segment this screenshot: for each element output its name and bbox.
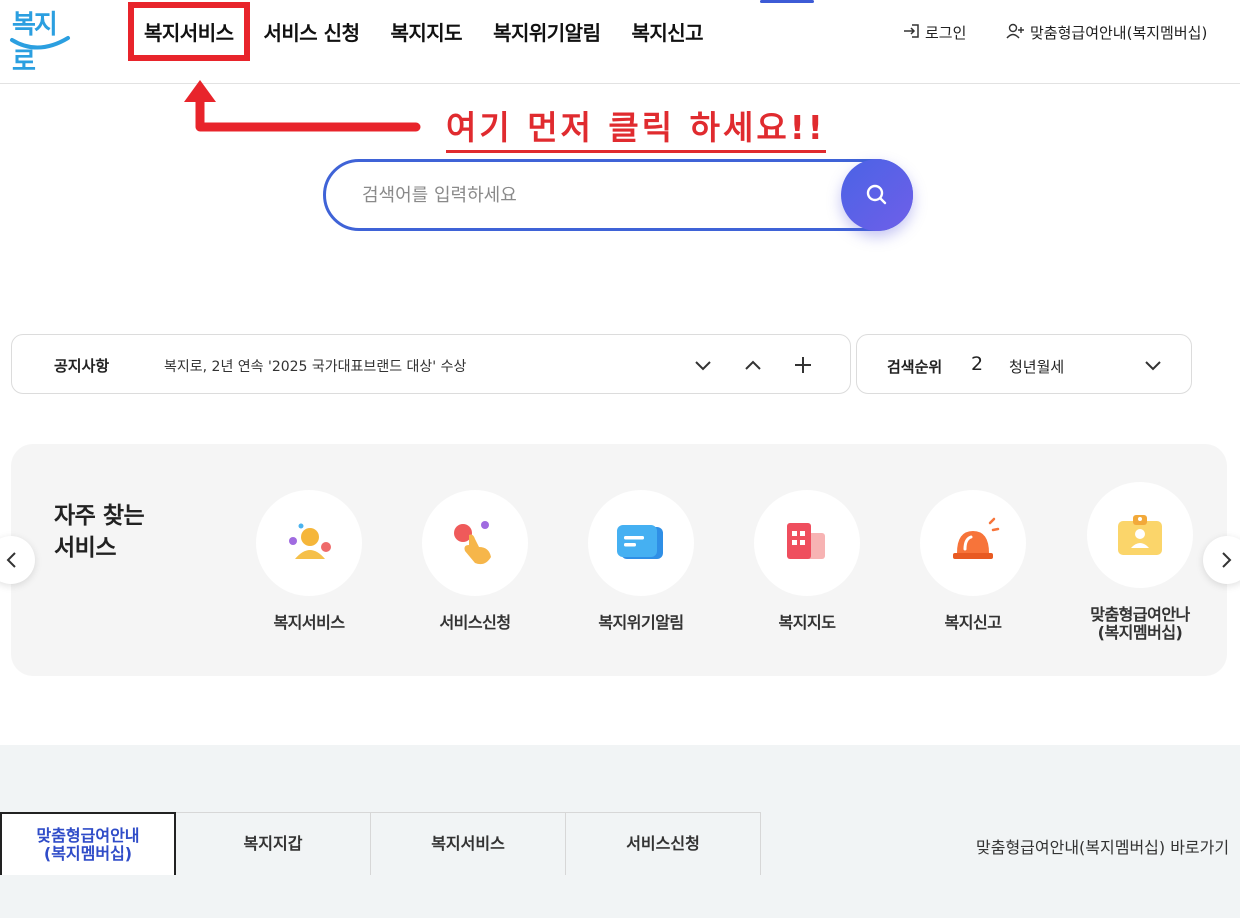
annotation-arrow-icon [184, 80, 421, 132]
service-item-crisis-alert[interactable]: 복지위기알림 [571, 490, 711, 632]
service-icon-circle [256, 490, 362, 596]
chevron-left-icon [6, 552, 16, 568]
search-rank-label: 검색순위 [887, 358, 943, 376]
login-icon [903, 23, 921, 43]
service-icon-circle [754, 490, 860, 596]
bokjiro-logo[interactable]: 복지로 [8, 4, 74, 77]
tab-service-apply[interactable]: 서비스신청 [566, 812, 761, 875]
nav-service-apply[interactable]: 서비스 신청 [264, 17, 360, 46]
service-label: 복지서비스 [273, 613, 345, 632]
nav-welfare-service[interactable]: 복지서비스 [128, 2, 250, 61]
notice-next-button[interactable] [689, 351, 717, 379]
membership-link[interactable]: 맞춤형급여안내(복지멤버십) [1006, 22, 1207, 43]
hand-tap-icon [454, 521, 491, 565]
user-add-icon [1006, 23, 1026, 43]
siren-icon [953, 517, 1000, 559]
nav-indicator [760, 0, 814, 3]
plus-icon [795, 357, 811, 373]
tab-welfare-service[interactable]: 복지서비스 [371, 812, 566, 875]
tab-welfare-wallet[interactable]: 복지지갑 [176, 812, 371, 875]
nav-welfare-report[interactable]: 복지신고 [631, 17, 703, 46]
service-item-report[interactable]: 복지신고 [903, 490, 1043, 632]
service-icon-circle [1087, 482, 1193, 588]
building-icon [787, 523, 825, 559]
service-item-welfare[interactable]: 복지서비스 [239, 490, 379, 632]
service-label: 복지위기알림 [598, 613, 684, 632]
search-rank-keyword[interactable]: 청년월세 [1009, 356, 1064, 377]
search-input[interactable] [362, 180, 822, 210]
frequent-services-panel: 자주 찾는 서비스 복지서비스 서비스신청 복지위기알림 복지지도 복지신고 맞… [11, 444, 1227, 676]
service-item-membership[interactable]: 맞춤형급여안나 (복지멤버십) [1070, 482, 1210, 642]
nav-crisis-alert[interactable]: 복지위기알림 [493, 17, 601, 46]
service-item-apply[interactable]: 서비스신청 [405, 490, 545, 632]
site-header: 복지로 복지서비스 서비스 신청 복지지도 복지위기알림 복지신고 로그인 맞춤… [0, 0, 1240, 84]
tab-membership[interactable]: 맞춤형급여안내 (복지멤버십) [0, 812, 176, 875]
membership-label: 맞춤형급여안내(복지멤버십) [1030, 24, 1208, 42]
service-label: 복지지도 [778, 613, 836, 632]
search-button[interactable] [841, 159, 913, 231]
chevron-right-icon [1222, 552, 1232, 568]
chevron-down-icon [1145, 361, 1161, 371]
notice-text[interactable]: 복지로, 2년 연속 '2025 국가대표브랜드 대상' 수상 [164, 356, 466, 376]
service-icon-circle [920, 490, 1026, 596]
frequent-title-line2: 서비스 [54, 535, 116, 561]
notice-more-button[interactable] [789, 351, 817, 379]
frequent-services-title: 자주 찾는 서비스 [54, 500, 145, 564]
people-icon [289, 523, 331, 559]
main-nav: 복지서비스 서비스 신청 복지지도 복지위기알림 복지신고 [128, 0, 734, 63]
tab-membership-line2: (복지멤버십) [43, 843, 133, 863]
service-label: 맞춤형급여안나 (복지멤버십) [1070, 606, 1210, 642]
search-box [323, 159, 913, 231]
annotation-text: 여기 먼저 클릭 하세요!! [446, 106, 826, 153]
frequent-title-line1: 자주 찾는 [54, 503, 145, 529]
service-icon-circle [588, 490, 694, 596]
message-icon [617, 525, 663, 559]
service-label: 서비스신청 [439, 613, 511, 632]
service-label: 복지신고 [944, 613, 1002, 632]
chevron-down-icon [695, 361, 711, 371]
search-rank-number: 2 [971, 353, 984, 375]
search-rank-bar: 검색순위 2 청년월세 [856, 334, 1192, 394]
nav-welfare-map[interactable]: 복지지도 [390, 17, 462, 46]
notice-label: 공지사항 [54, 357, 110, 375]
login-label: 로그인 [925, 24, 967, 42]
service-item-welfare-map[interactable]: 복지지도 [737, 490, 877, 632]
membership-shortcut-link[interactable]: 맞춤형급여안내(복지멤버십) 바로가기 [976, 834, 1229, 858]
search-icon [866, 184, 887, 205]
logo-smile-icon [10, 36, 70, 50]
service-label-line1: 맞춤형급여안나 [1090, 605, 1190, 624]
tab-membership-line1: 맞춤형급여안내 [36, 825, 140, 845]
service-label-line2: (복지멤버십) [1097, 623, 1183, 642]
id-card-icon [1118, 515, 1162, 555]
search-rank-expand-button[interactable] [1139, 351, 1167, 379]
bottom-tab-list: 맞춤형급여안내 (복지멤버십) 복지지갑 복지서비스 서비스신청 [0, 812, 761, 875]
chevron-up-icon [745, 360, 761, 370]
login-link[interactable]: 로그인 [903, 22, 966, 43]
membership-section: 맞춤형급여안내 (복지멤버십) 복지지갑 복지서비스 서비스신청 맞춤형급여안내… [0, 745, 1240, 918]
notice-prev-button[interactable] [739, 351, 767, 379]
notice-bar: 공지사항 복지로, 2년 연속 '2025 국가대표브랜드 대상' 수상 [11, 334, 851, 394]
service-icon-circle [422, 490, 528, 596]
